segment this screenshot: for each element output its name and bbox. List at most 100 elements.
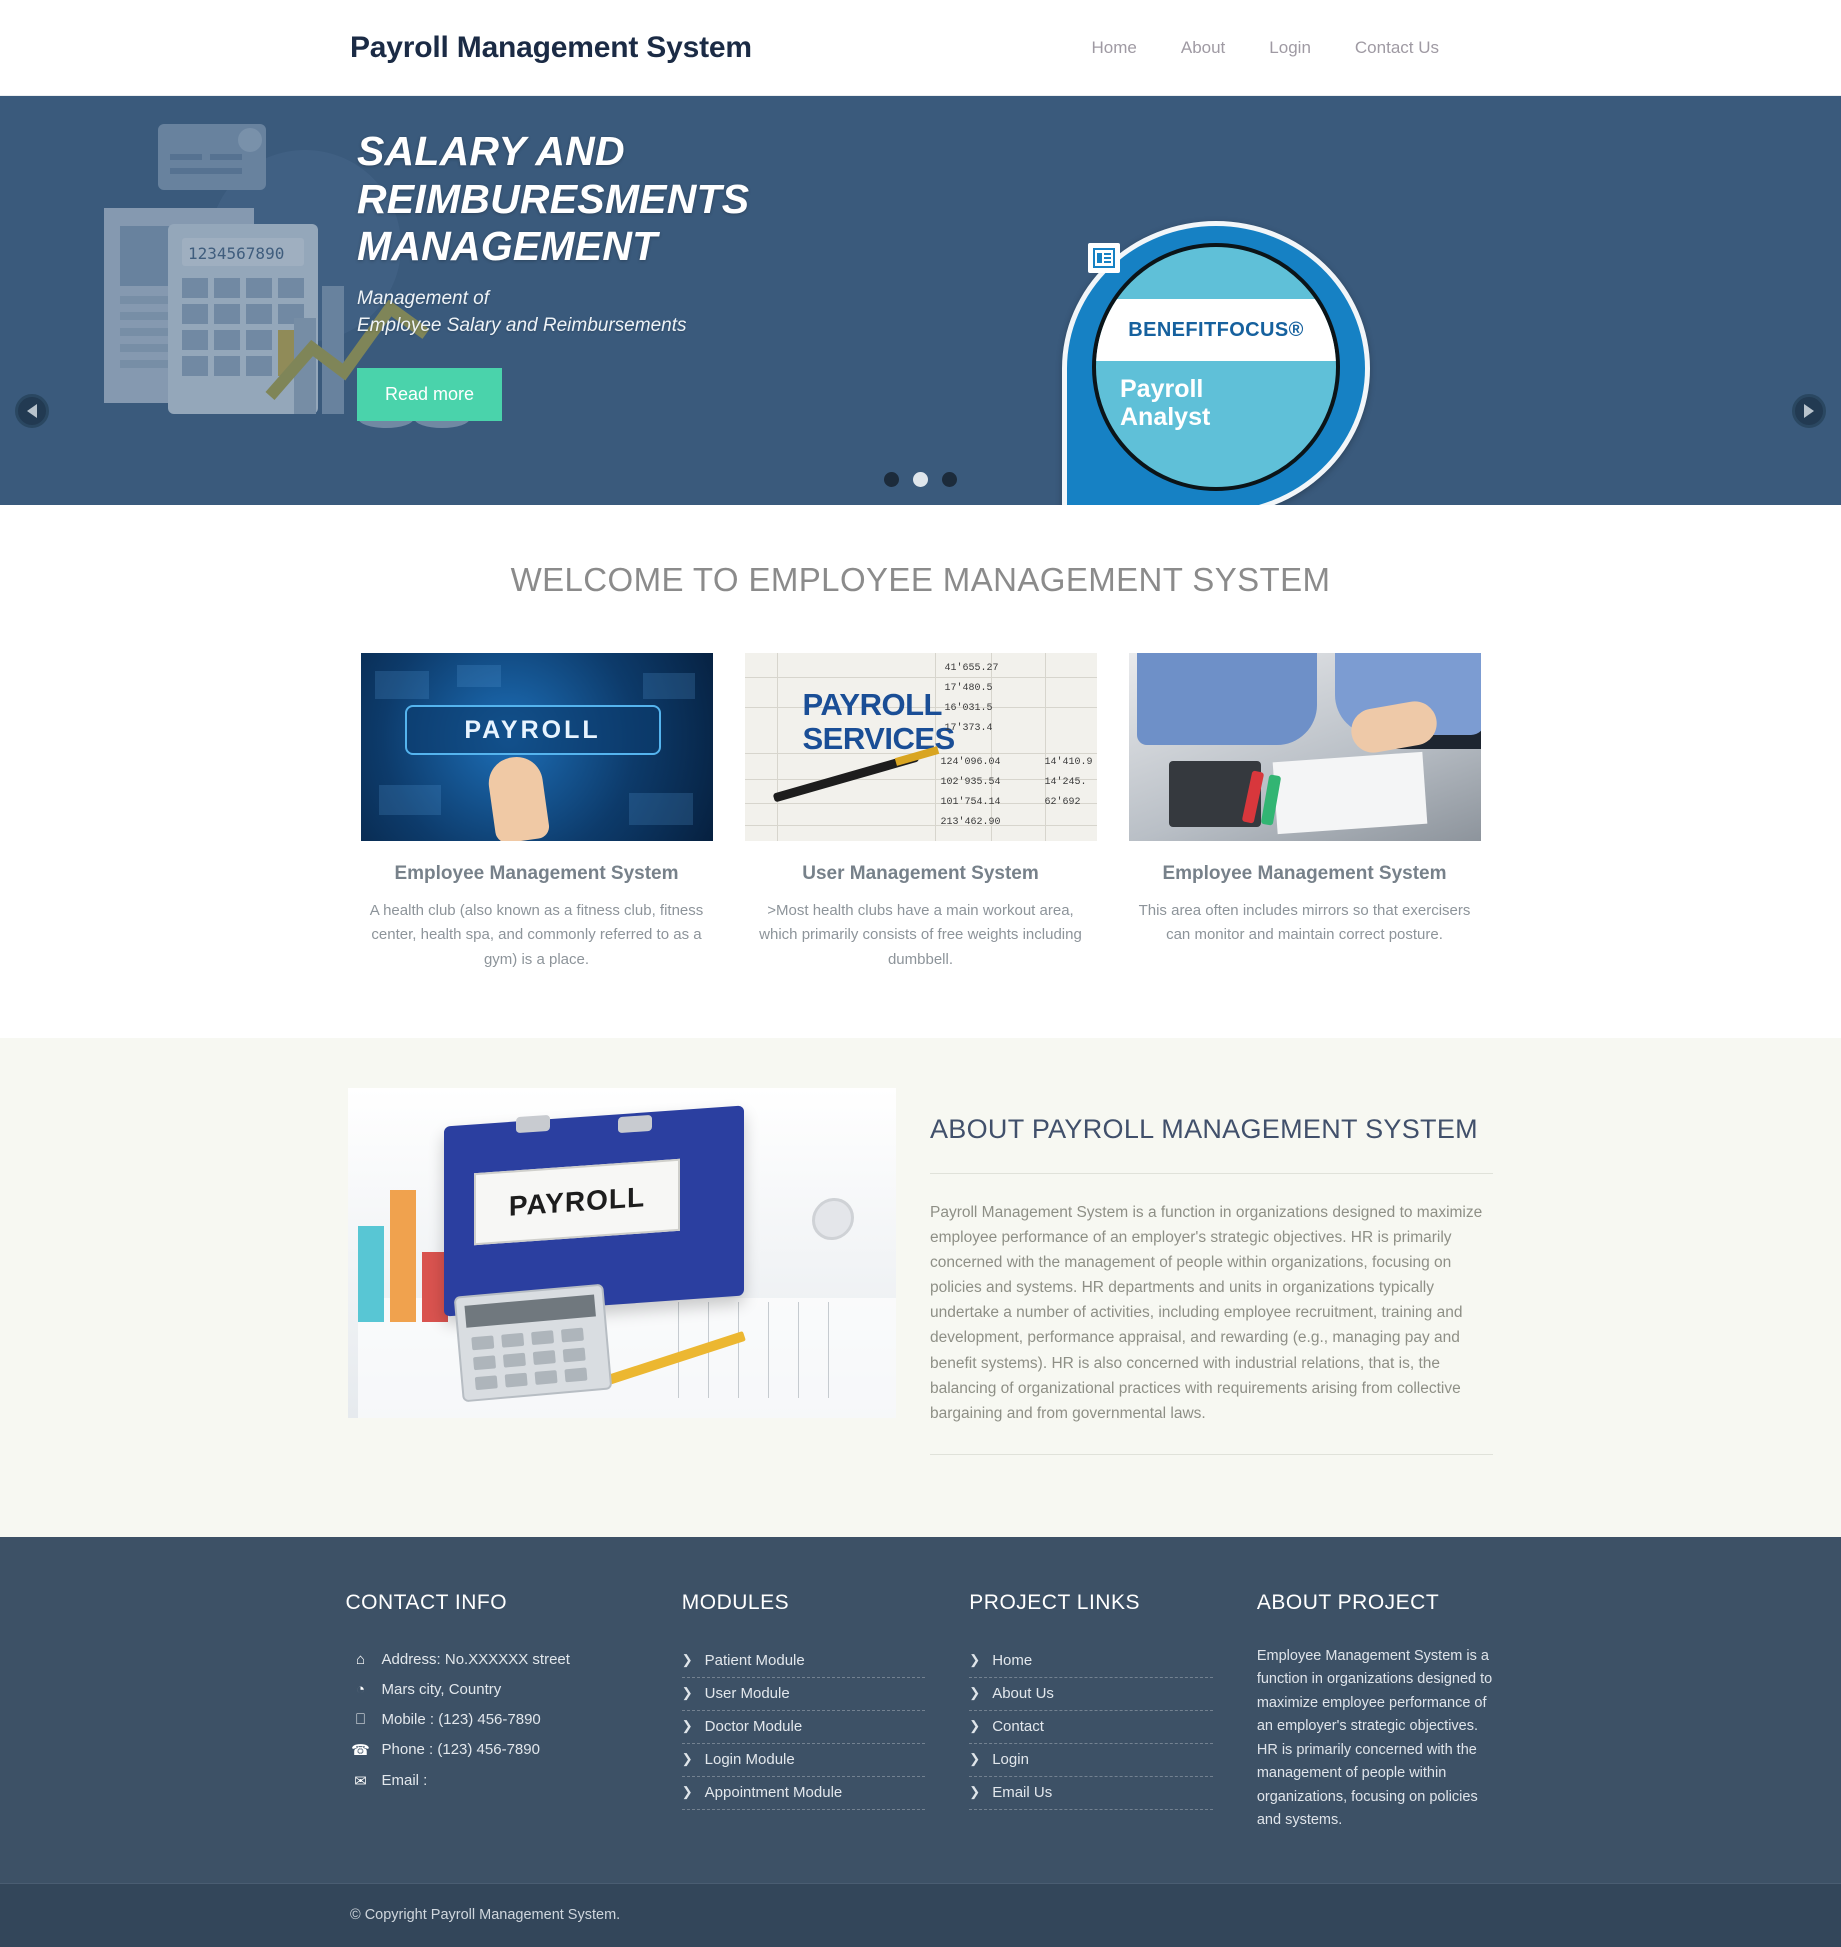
footer-about-project: ABOUT PROJECT Employee Management System… (1257, 1591, 1496, 1833)
feature-card-2-image: PAYROLL SERVICES 41'655.27 17'480.5 16'0… (744, 653, 1097, 841)
contact-address-text: Address: No.XXXXXX street (381, 1650, 570, 1668)
feature-card-2-text: >Most health clubs have a main workout a… (759, 902, 1082, 968)
hero-copy: SALARY AND REIMBURESMENTS MANAGEMENT Man… (357, 128, 977, 421)
badge-brand-text: BENEFITFOCUS® (1128, 318, 1304, 341)
chevron-right-icon: ❯ (681, 1685, 693, 1701)
hero-title: SALARY AND REIMBURESMENTS MANAGEMENT (357, 128, 750, 270)
module-item-appointment[interactable]: ❯ Appointment Module (681, 1777, 926, 1810)
chevron-right-icon: ❯ (681, 1652, 693, 1668)
footer-project-links-title: PROJECT LINKS (969, 1590, 1140, 1614)
chevron-right-icon: ❯ (969, 1784, 981, 1800)
chevron-right-icon: ❯ (969, 1718, 981, 1734)
carousel-prev-arrow-icon[interactable] (15, 394, 49, 428)
badge-brand-band: BENEFITFOCUS® (1096, 299, 1336, 361)
feature-card-3-image (1128, 653, 1481, 841)
about-divider-bottom (930, 1453, 1493, 1455)
module-item-login-label: Login Module (704, 1750, 795, 1768)
module-item-patient[interactable]: ❯ Patient Module (681, 1645, 926, 1678)
module-item-doctor-label: Doctor Module (704, 1717, 803, 1735)
nav-item-home[interactable]: Home (1092, 38, 1137, 58)
contact-city: ◔ Mars city, Country (352, 1675, 638, 1705)
module-item-login[interactable]: ❯ Login Module (681, 1744, 926, 1777)
contact-city-text: Mars city, Country (381, 1680, 502, 1698)
badge-role-text: Payroll Analyst (1120, 375, 1210, 431)
about-copy: ABOUT PAYROLL MANAGEMENT SYSTEM Payroll … (930, 1088, 1493, 1481)
module-item-user[interactable]: ❯ User Module (681, 1678, 926, 1711)
payroll-label: PAYROLL (404, 705, 661, 755)
main-nav: Home About Login Contact Us (1092, 38, 1780, 58)
contact-phone: ☎ Phone : (123) 456-7890 (351, 1735, 638, 1766)
about-section: PAYROLL ABOUT PAYROLL MANAGEMENT SYSTEM … (0, 1037, 1841, 1537)
feature-card-3-title: Employee Management System (1162, 863, 1447, 884)
envelope-icon: ✉ (354, 1772, 367, 1790)
payroll-screen-illustration: PAYROLL (360, 653, 713, 841)
footer-project-links: PROJECT LINKS ❯ Home ❯ About Us ❯ Contac… (969, 1591, 1213, 1833)
feature-card-3: Employee Management System This area oft… (1128, 653, 1481, 972)
hero-subtitle: Management of Employee Salary and Reimbu… (357, 285, 977, 340)
payroll-binder-illustration: PAYROLL (348, 1087, 896, 1418)
chevron-right-icon: ❯ (681, 1751, 693, 1767)
welcome-title: WELCOME TO EMPLOYEE MANAGEMENT SYSTEM (510, 561, 1331, 598)
project-link-login-label: Login (992, 1750, 1029, 1768)
svg-text:1234567890: 1234567890 (188, 244, 284, 263)
mobile-icon: ⎕ (355, 1710, 365, 1728)
binder-label: PAYROLL (474, 1158, 680, 1246)
project-link-email-us[interactable]: ❯ Email Us (969, 1777, 1213, 1810)
feature-card-2: PAYROLL SERVICES 41'655.27 17'480.5 16'0… (744, 653, 1097, 972)
feature-card-1-text: A health club (also known as a fitness c… (369, 902, 704, 968)
chevron-right-icon: ❯ (681, 1784, 693, 1800)
feature-cards-row: PAYROLL Employee Management System A hea… (360, 653, 1481, 972)
footer-modules: MODULES ❯ Patient Module ❯ User Module ❯… (681, 1590, 926, 1833)
site-header: Payroll Management System Home About Log… (0, 0, 1841, 96)
project-link-about-us[interactable]: ❯ About Us (969, 1678, 1213, 1711)
benefitfocus-badge: BENEFITFOCUS® Payroll Analyst (1062, 221, 1370, 505)
project-link-home[interactable]: ❯ Home (969, 1645, 1213, 1678)
contact-mobile: ⎕ Mobile : (123) 456-7890 (352, 1705, 638, 1735)
project-link-login[interactable]: ❯ Login (969, 1744, 1213, 1777)
payroll-services-label-line-1: PAYROLL (802, 687, 943, 722)
about-title: ABOUT PAYROLL MANAGEMENT SYSTEM (930, 1113, 1478, 1144)
module-item-doctor[interactable]: ❯ Doctor Module (681, 1711, 926, 1744)
project-link-contact[interactable]: ❯ Contact (969, 1711, 1213, 1744)
feature-card-1-title: Employee Management System (394, 863, 679, 884)
office-desk-illustration (1128, 653, 1481, 841)
footer-modules-title: MODULES (681, 1590, 790, 1614)
carousel-indicators (0, 472, 1841, 487)
carousel-next-arrow-icon[interactable] (1792, 394, 1826, 428)
nav-item-about[interactable]: About (1181, 38, 1225, 58)
project-link-about-us-label: About Us (992, 1684, 1054, 1702)
feature-card-1-image: PAYROLL (360, 653, 713, 841)
contact-phone-text: Phone : (123) 456-7890 (381, 1741, 540, 1759)
badge-role-line-2: Analyst (1120, 403, 1211, 431)
badge-inner-circle: BENEFITFOCUS® Payroll Analyst (1092, 243, 1340, 491)
certificate-icon (1088, 243, 1120, 273)
globe-icon: ◔ (355, 1680, 366, 1698)
footer-columns: CONTACT INFO ⌂ Address: No.XXXXXX street… (346, 1591, 1496, 1833)
footer-contact-info: CONTACT INFO ⌂ Address: No.XXXXXX street… (346, 1591, 638, 1833)
badge-role-line-1: Payroll (1120, 375, 1204, 403)
about-text: Payroll Management System is a function … (930, 1203, 1483, 1422)
contact-address: ⌂ Address: No.XXXXXX street (352, 1645, 638, 1675)
contact-email-text: Email : (381, 1772, 428, 1790)
contact-mobile-text: Mobile : (123) 456-7890 (381, 1710, 541, 1728)
pointing-hand-illustration (484, 753, 551, 841)
payroll-services-illustration: PAYROLL SERVICES 41'655.27 17'480.5 16'0… (744, 653, 1097, 841)
read-more-button[interactable]: Read more (357, 367, 503, 421)
nav-item-login[interactable]: Login (1269, 38, 1311, 58)
footer-about-project-title: ABOUT PROJECT (1256, 1590, 1440, 1614)
chevron-right-icon: ❯ (969, 1652, 981, 1668)
module-item-appointment-label: Appointment Module (704, 1783, 843, 1801)
footer-contact-title: CONTACT INFO (345, 1590, 508, 1614)
nav-item-contact-us[interactable]: Contact Us (1355, 38, 1439, 58)
chevron-right-icon: ❯ (969, 1685, 981, 1701)
carousel-dot-3[interactable] (942, 472, 957, 487)
copyright-bar: © Copyright Payroll Management System. (0, 1882, 1841, 1947)
carousel-dot-1[interactable] (884, 472, 899, 487)
site-footer: CONTACT INFO ⌂ Address: No.XXXXXX street… (0, 1536, 1841, 1883)
chevron-right-icon (1804, 404, 1814, 418)
hero-subtitle-line-1: Management of (357, 287, 490, 309)
copyright-text: © Copyright Payroll Management System. (350, 1907, 621, 1924)
feature-card-1: PAYROLL Employee Management System A hea… (360, 653, 713, 972)
carousel-dot-2[interactable] (913, 472, 928, 487)
footer-about-project-text: Employee Management System is a function… (1256, 1647, 1493, 1829)
